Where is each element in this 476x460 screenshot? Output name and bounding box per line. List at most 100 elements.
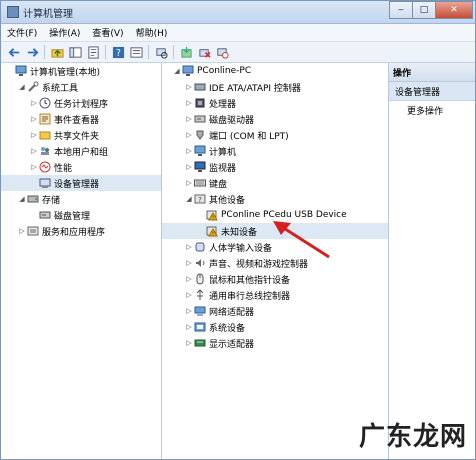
device-tree-item[interactable]: ▷ 磁盘驱动器 <box>162 111 388 127</box>
folder-icon <box>39 129 51 141</box>
expand-arrow-icon[interactable]: ▷ <box>184 243 194 251</box>
title-bar[interactable]: 计算机管理 ‒ □ ✕ <box>1 1 475 24</box>
device-tree-label: 显示适配器 <box>209 339 255 350</box>
device-tree-item[interactable]: ▷ 监视器 <box>162 159 388 175</box>
properties-icon[interactable] <box>86 45 100 59</box>
expand-arrow-icon[interactable]: ▷ <box>17 227 27 235</box>
console-tree-item[interactable]: 设备管理器 <box>1 175 161 191</box>
view-icon[interactable] <box>129 45 143 59</box>
console-tree-item[interactable]: ◢ 存储 <box>1 191 161 207</box>
expand-arrow-icon[interactable]: ▷ <box>184 259 194 267</box>
console-tree-item[interactable]: ▷ 任务计划程序 <box>1 95 161 111</box>
console-tree-item[interactable]: ▷ 事件查看器 <box>1 111 161 127</box>
expand-arrow-icon[interactable]: ▷ <box>184 291 194 299</box>
expand-arrow-icon[interactable]: ▷ <box>184 275 194 283</box>
menu-help[interactable]: 帮助(H) <box>130 26 174 39</box>
expand-arrow-icon[interactable]: ▷ <box>184 179 194 187</box>
expand-arrow-icon[interactable]: ▷ <box>184 339 194 347</box>
console-tree-label: 服务和应用程序 <box>42 227 106 238</box>
expand-arrow-icon[interactable]: ▷ <box>184 99 194 107</box>
update-driver-icon[interactable] <box>179 45 193 59</box>
actions-device-manager[interactable]: 设备管理器 <box>389 82 475 101</box>
expand-arrow-icon[interactable]: ◢ <box>17 195 27 203</box>
minimize-button[interactable]: ‒ <box>389 1 413 19</box>
help-icon[interactable]: ? <box>111 45 125 59</box>
device-tree-item[interactable]: ▷ 显示适配器 <box>162 335 388 351</box>
console-tree-item[interactable]: ▷ 性能 <box>1 159 161 175</box>
device-tree-item[interactable]: ▷ 网络适配器 <box>162 303 388 319</box>
expand-arrow-icon[interactable]: ▷ <box>184 131 194 139</box>
more-actions-link[interactable]: 更多操作 <box>389 101 475 119</box>
computer-icon <box>15 65 27 77</box>
perf-icon <box>39 161 51 173</box>
expand-arrow-icon[interactable]: ▷ <box>184 163 194 171</box>
menu-file[interactable]: 文件(F) <box>1 26 43 39</box>
device-tree-item[interactable]: ◢ PConline-PC <box>162 63 388 79</box>
console-tree-item[interactable]: ◢ 系统工具 <box>1 79 161 95</box>
console-tree-item[interactable]: 磁盘管理 <box>1 207 161 223</box>
expand-arrow-icon[interactable]: ▷ <box>29 99 39 107</box>
up-folder-icon[interactable] <box>50 45 64 59</box>
disk-icon <box>194 113 206 125</box>
console-tree-label: 任务计划程序 <box>54 99 109 110</box>
services-icon <box>27 225 39 237</box>
device-tree-item[interactable]: ▷ 系统设备 <box>162 319 388 335</box>
expand-arrow-icon[interactable]: ▷ <box>29 131 39 139</box>
users-icon <box>39 145 51 157</box>
disk-icon <box>39 209 51 221</box>
menu-view[interactable]: 查看(V) <box>86 26 129 39</box>
console-tree-label: 共享文件夹 <box>54 131 100 142</box>
device-tree-item[interactable]: ◢? 其他设备 <box>162 191 388 207</box>
show-tree-icon[interactable] <box>68 45 82 59</box>
device-tree-label: 其他设备 <box>209 195 246 206</box>
expand-arrow-icon[interactable]: ▷ <box>29 147 39 155</box>
close-button[interactable]: ✕ <box>435 1 473 19</box>
other-device-icon: ? <box>194 193 206 205</box>
console-tree-item[interactable]: ▷ 共享文件夹 <box>1 127 161 143</box>
app-icon <box>7 6 19 18</box>
display-icon <box>194 337 206 349</box>
device-tree-label: 系统设备 <box>209 323 246 334</box>
expand-arrow-icon[interactable]: ◢ <box>184 195 194 203</box>
back-icon[interactable] <box>7 45 21 59</box>
expand-arrow-icon[interactable]: ◢ <box>17 83 27 91</box>
console-tree-item[interactable]: ▷ 本地用户和组 <box>1 143 161 159</box>
expand-arrow-icon[interactable]: ▷ <box>184 323 194 331</box>
expand-arrow-icon[interactable]: ▷ <box>29 163 39 171</box>
tools-icon <box>27 81 39 93</box>
sound-icon <box>194 257 206 269</box>
uninstall-icon[interactable] <box>197 45 211 59</box>
main-panes: 计算机管理(本地) ◢ 系统工具 ▷ 任务计划程序 ▷ 事件查看器 ▷ 共享文件夹 ▷ 本地用户和组… <box>1 63 475 459</box>
menu-action[interactable]: 操作(A) <box>43 26 86 39</box>
device-tree-item[interactable]: ▷ 键盘 <box>162 175 388 191</box>
device-tree-item[interactable]: ▷ 鼠标和其他指针设备 <box>162 271 388 287</box>
toolbar-separator <box>148 45 149 59</box>
device-tree-item[interactable]: ▷ IDE ATA/ATAPI 控制器 <box>162 79 388 95</box>
forward-icon[interactable] <box>25 45 39 59</box>
storage-icon <box>27 193 39 205</box>
console-tree-label: 磁盘管理 <box>54 211 91 222</box>
device-tree-item[interactable]: ▷ 处理器 <box>162 95 388 111</box>
expand-arrow-icon[interactable]: ▷ <box>184 115 194 123</box>
disable-device-icon[interactable] <box>215 45 229 59</box>
console-tree-item[interactable]: 计算机管理(本地) <box>1 63 161 79</box>
console-tree-pane[interactable]: 计算机管理(本地) ◢ 系统工具 ▷ 任务计划程序 ▷ 事件查看器 ▷ 共享文件夹 ▷ 本地用户和组… <box>1 63 162 459</box>
device-tree-item[interactable]: ▷ 通用串行总线控制器 <box>162 287 388 303</box>
expand-arrow-icon[interactable]: ▷ <box>184 147 194 155</box>
device-tree-label: 计算机 <box>209 147 237 158</box>
expand-arrow-icon[interactable]: ▷ <box>29 115 39 123</box>
device-tree-item[interactable]: ▷ 计算机 <box>162 143 388 159</box>
expand-arrow-icon[interactable]: ▷ <box>184 83 194 91</box>
console-tree-label: 系统工具 <box>42 83 79 94</box>
scan-hardware-icon[interactable] <box>154 45 168 59</box>
device-tree-item[interactable]: ▷ 端口 (COM 和 LPT) <box>162 127 388 143</box>
clock-icon <box>39 97 51 109</box>
watermark-text: 广东龙网 <box>358 422 467 452</box>
monitor-icon <box>194 161 206 173</box>
toolbar-separator <box>44 45 45 59</box>
expand-arrow-icon[interactable]: ▷ <box>184 307 194 315</box>
expand-arrow-icon[interactable]: ◢ <box>172 67 182 75</box>
menu-bar: 文件(F) 操作(A) 查看(V) 帮助(H) <box>1 24 475 42</box>
console-tree-item[interactable]: ▷ 服务和应用程序 <box>1 223 161 239</box>
maximize-button[interactable]: □ <box>412 1 436 19</box>
